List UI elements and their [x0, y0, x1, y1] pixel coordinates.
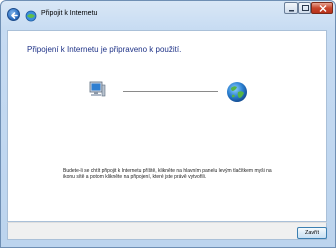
title-bar: Připojit k Internetu: [0, 0, 336, 30]
maximize-button[interactable]: [298, 2, 311, 14]
connection-line: [123, 91, 218, 92]
window-title: Připojit k Internetu: [41, 10, 98, 17]
page-heading: Připojení k Internetu je připraveno k po…: [27, 45, 182, 54]
info-text: Budete-li se chtít připojit k Internetu …: [63, 168, 272, 181]
close-button[interactable]: Zavřít: [297, 227, 327, 239]
back-arrow-icon[interactable]: [7, 8, 20, 21]
minimize-button[interactable]: [284, 2, 298, 14]
footer-bar: [7, 222, 327, 240]
network-icon: [25, 9, 37, 22]
close-window-button[interactable]: [311, 2, 333, 14]
content-panel: [7, 30, 327, 222]
computer-icon: [87, 80, 107, 100]
globe-icon: [226, 81, 248, 103]
